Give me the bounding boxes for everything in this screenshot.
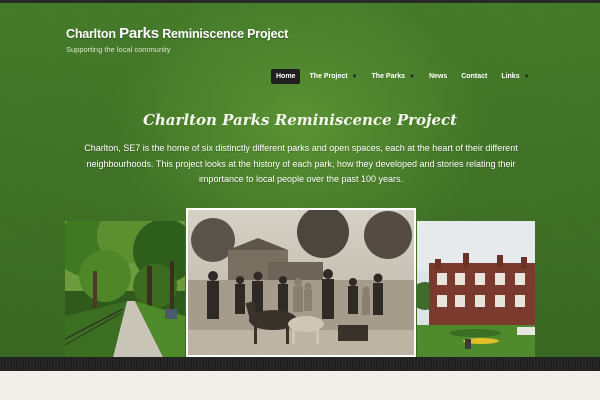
chevron-down-icon: ▼: [351, 73, 358, 80]
nav-item-label: The Parks: [371, 73, 405, 80]
content-area: [0, 371, 600, 400]
footer-stripe: [0, 357, 600, 371]
nav-item-label: The Project: [309, 73, 348, 80]
nav-item-the-project[interactable]: The Project ▼: [304, 69, 362, 84]
site-branding: Charlton Parks Reminiscence Project Supp…: [66, 25, 288, 54]
nav-item-contact[interactable]: Contact: [456, 69, 492, 84]
hero-heading: Charlton Parks Reminiscence Project: [142, 111, 458, 129]
hero-intro-text: Charlton, SE7 is the home of six distinc…: [84, 143, 518, 184]
nav-item-news[interactable]: News: [424, 69, 452, 84]
historic-group-photo: [186, 208, 416, 357]
nav-item-links[interactable]: Links ▼: [496, 69, 534, 84]
main-navigation: Home The Project ▼ The Parks ▼ News Cont…: [271, 69, 539, 84]
nav-item-the-parks[interactable]: The Parks ▼: [367, 69, 420, 84]
site-title-part-1: Charlton: [66, 27, 120, 41]
nav-item-label: Home: [276, 73, 296, 80]
site-tagline: Supporting the local community: [66, 45, 171, 54]
nav-item-label: Contact: [461, 73, 488, 80]
site-title-part-3: Reminiscence Project: [158, 27, 289, 41]
nav-item-label: News: [428, 73, 448, 80]
chevron-down-icon: ▼: [409, 73, 415, 80]
chevron-down-icon: ▼: [523, 73, 530, 80]
charlton-house-photo: [417, 221, 535, 357]
site-title[interactable]: Charlton Parks Reminiscence Project: [66, 25, 288, 42]
nav-item-label: Links: [501, 73, 520, 80]
nav-item-home[interactable]: Home: [271, 69, 301, 84]
tree-lined-path-photo: [65, 221, 185, 357]
site-title-part-2: Parks: [119, 25, 159, 42]
